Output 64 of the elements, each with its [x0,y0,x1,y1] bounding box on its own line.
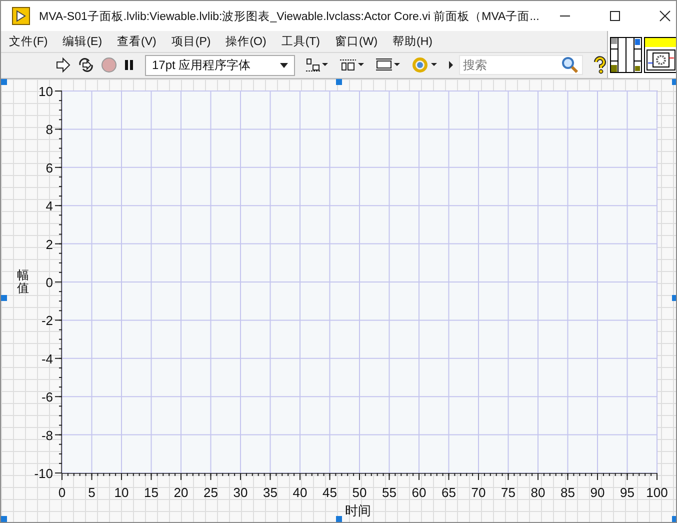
x-tick-label: 90 [590,485,605,500]
y-tick-label: 8 [46,122,53,138]
y-tick-label: 6 [46,160,53,176]
x-tick-label: 25 [204,485,218,500]
x-tick-label: 40 [292,485,308,500]
distribute-objects-icon[interactable] [339,57,365,74]
x-tick-label: 0 [58,485,66,500]
align-objects-icon[interactable] [305,57,329,74]
x-tick-label: 55 [382,485,396,500]
x-tick-label: 85 [560,485,575,500]
y-tick-label: 0 [46,275,53,290]
y-tick-label: 4 [46,198,53,214]
help-icon[interactable] [593,56,607,74]
caret-icon[interactable] [449,61,453,70]
x-tick-label: 15 [144,485,158,500]
x-tick-label: 60 [412,485,426,500]
connector-pane-icon [610,36,642,72]
x-tick-label: 45 [322,485,337,500]
x-tick-label: 30 [233,485,248,500]
y-tick-label: -2 [41,313,53,328]
x-tick-label: 35 [263,485,278,500]
menu-item[interactable]: 工具(T) [281,34,320,49]
y-tick-label: 2 [46,236,53,252]
run-arrow-icon[interactable] [55,57,71,74]
x-tick-label: 50 [352,485,367,500]
search-icon [561,56,579,74]
x-tick-label: 80 [530,485,546,500]
y-tick-label: -10 [34,466,53,481]
close-icon[interactable] [659,10,672,22]
x-tick-label: 20 [174,485,188,500]
selection-handle[interactable] [336,79,342,85]
search-field[interactable]: 搜索 [459,55,583,76]
selection-handle[interactable] [1,79,7,85]
x-tick-label: 95 [620,485,634,500]
menu-item[interactable]: 窗口(W) [335,34,378,49]
x-tick-label: 65 [442,485,456,500]
y-tick-label: 10 [38,84,53,99]
x-axis-title: 时间 [345,503,371,518]
x-tick-label: 70 [471,485,486,500]
y-tick-label: -8 [41,428,53,443]
x-tick-label: 75 [501,485,516,500]
menu-item[interactable]: 帮助(H) [392,34,432,49]
x-tick-label: 100 [646,485,668,500]
menu-item[interactable]: 文件(F) [9,34,48,49]
y-tick-label: -4 [41,351,53,366]
pause-icon[interactable] [123,58,135,72]
run-continuously-icon[interactable] [77,57,95,74]
reorder-icon[interactable] [411,57,439,74]
caret-icon [280,62,288,68]
selection-handle[interactable] [336,516,342,522]
menu-item[interactable]: 操作(O) [226,34,266,49]
window-title: MVA-S01子面板.lvlib:Viewable.lvlib:波形图表_Viewable.lvclass:Actor Core.vi 前面板（MVA子面... [39,10,540,24]
selection-handle[interactable] [1,295,7,301]
selection-handle[interactable] [1,516,7,522]
font-dropdown[interactable]: 17pt 应用程序字体 [145,54,295,76]
menu-item[interactable]: 查看(V) [117,34,156,49]
maximize-icon[interactable] [609,10,622,22]
y-tick-label: -6 [41,390,53,405]
y-axis-title: 幅值 [17,269,29,296]
x-tick-label: 10 [114,485,129,500]
resize-objects-icon[interactable] [375,57,401,74]
x-tick-label: 5 [88,485,96,500]
menu-item[interactable]: 编辑(E) [62,34,102,49]
menu-item[interactable]: 项目(P) [171,34,211,49]
